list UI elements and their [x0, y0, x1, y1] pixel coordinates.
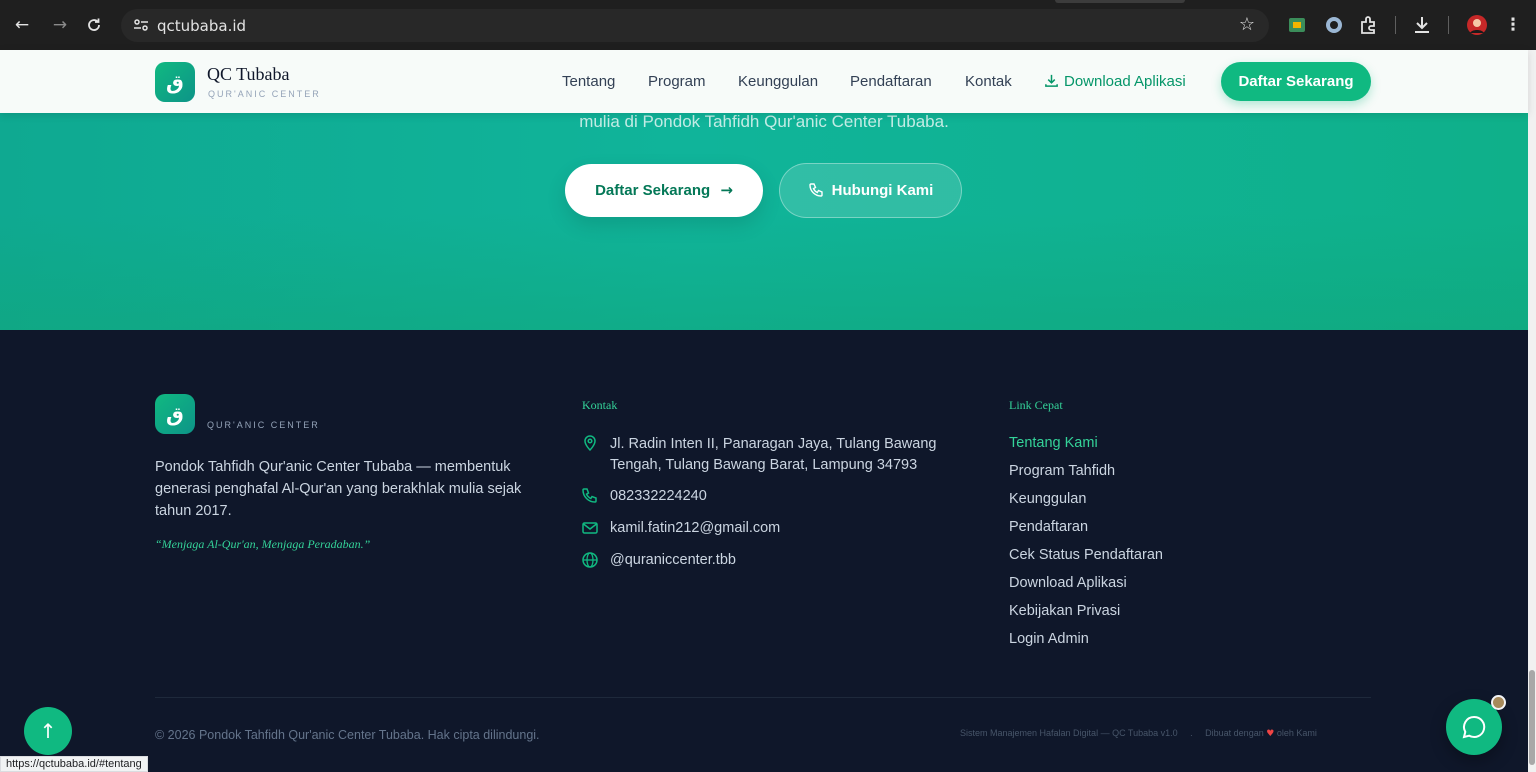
phone-icon [582, 488, 597, 503]
system-info: Sistem Manajemen Hafalan Digital — QC Tu… [960, 728, 1178, 738]
toolbar-divider [1395, 16, 1396, 34]
quick-link-tentang-kami[interactable]: Tentang Kami [1009, 435, 1098, 451]
contact-email[interactable]: kamil.fatin212@gmail.com [610, 518, 780, 539]
footer-description: Pondok Tahfidh Qur'anic Center Tubaba — … [155, 459, 522, 519]
mail-icon [582, 522, 598, 534]
globe-icon [582, 552, 598, 568]
extension-icon[interactable] [1323, 14, 1345, 36]
quick-link-pendaftaran[interactable]: Pendaftaran [1009, 519, 1088, 535]
quick-link-login-admin[interactable]: Login Admin [1009, 631, 1089, 647]
register-button[interactable]: Daftar Sekarang → [565, 164, 763, 217]
nav-keunggulan[interactable]: Keunggulan [738, 73, 818, 90]
brand-name[interactable]: QC Tubaba [207, 64, 290, 85]
footer-divider [155, 697, 1371, 698]
site-footer: ق QUR'ANIC CENTER Pondok Tahfidh Qur'ani… [0, 330, 1528, 772]
contact-us-label: Hubungi Kami [831, 182, 934, 199]
made-with-prefix: Dibuat dengan [1205, 728, 1264, 738]
contact-phone[interactable]: 082332224240 [610, 486, 707, 507]
profile-icon[interactable] [1466, 14, 1488, 36]
toolbar-divider [1448, 16, 1449, 34]
quick-link-cek-status[interactable]: Cek Status Pendaftaran [1009, 547, 1163, 563]
status-bar-url: https://qctubaba.id/#tentang [0, 756, 148, 772]
site-header: ق QC Tubaba QUR'ANIC CENTER Tentang Prog… [0, 50, 1528, 113]
download-icon[interactable] [1411, 14, 1433, 36]
quick-link-privacy[interactable]: Kebijakan Privasi [1009, 603, 1120, 619]
separator-dot: . [1190, 728, 1193, 738]
star-icon[interactable]: ☆ [1239, 14, 1255, 35]
quick-link-download[interactable]: Download Aplikasi [1009, 575, 1127, 591]
heart-icon: ♥ [1266, 729, 1275, 739]
nav-pendaftaran[interactable]: Pendaftaran [850, 73, 932, 90]
phone-icon [808, 183, 823, 197]
made-with-suffix: oleh Kami [1276, 728, 1317, 738]
active-tab-edge [1055, 0, 1185, 3]
cta-text: mulia di Pondok Tahfidh Qur'anic Center … [579, 113, 949, 131]
cta-section: mulia di Pondok Tahfidh Qur'anic Center … [0, 113, 1528, 330]
arrow-left-icon[interactable]: ← [10, 13, 34, 37]
arrow-right-icon[interactable]: → [48, 13, 72, 37]
site-settings-icon[interactable] [133, 17, 149, 33]
address-bar[interactable]: qctubaba.id ☆ [121, 9, 1269, 42]
contact-social[interactable]: @quraniccenter.tbb [610, 550, 736, 571]
contact-title: Kontak [582, 398, 618, 412]
contact-us-button[interactable]: Hubungi Kami [779, 163, 962, 218]
copyright: © 2026 Pondok Tahfidh Qur'anic Center Tu… [155, 728, 540, 742]
download-icon [1045, 74, 1058, 87]
browser-toolbar: ← → qctubaba.id ☆ ⋮ [0, 0, 1536, 50]
chat-icon [1462, 715, 1486, 739]
reload-icon[interactable] [82, 13, 106, 37]
footer-logo-icon[interactable]: ق [155, 394, 195, 434]
header-register-button[interactable]: Daftar Sekarang [1221, 62, 1371, 101]
nav-download-label: Download Aplikasi [1064, 73, 1186, 90]
quick-link-program[interactable]: Program Tahfidh [1009, 463, 1115, 479]
nav-program[interactable]: Program [648, 73, 706, 90]
arrow-right-icon: → [720, 181, 733, 199]
chat-notification-dot [1491, 695, 1506, 710]
footer-credits: Sistem Manajemen Hafalan Digital — QC Tu… [960, 728, 1317, 739]
map-pin-icon [584, 435, 596, 452]
quick-link-keunggulan[interactable]: Keunggulan [1009, 491, 1086, 507]
logo-icon[interactable]: ق [155, 62, 195, 102]
register-button-label: Daftar Sekarang [595, 182, 711, 199]
brand-tagline: QUR'ANIC CENTER [208, 89, 321, 99]
nav-download-app[interactable]: Download Aplikasi [1044, 73, 1186, 90]
scrollbar-track[interactable] [1528, 50, 1536, 772]
extension-icon[interactable] [1357, 14, 1379, 36]
url-text: qctubaba.id [157, 17, 247, 35]
footer-quote: “Menjaga Al-Qur'an, Menjaga Peradaban.” [155, 537, 371, 551]
extension-icon[interactable] [1286, 14, 1308, 36]
scrollbar-thumb[interactable] [1529, 670, 1535, 765]
quick-links-title: Link Cepat [1009, 398, 1063, 412]
contact-address: Jl. Radin Inten II, Panaragan Jaya, Tula… [610, 436, 937, 473]
hero-gradient [0, 213, 1528, 330]
back-to-top-button[interactable]: ↑ [24, 707, 72, 755]
nav-tentang[interactable]: Tentang [562, 73, 615, 90]
menu-icon[interactable]: ⋮ [1501, 13, 1525, 37]
footer-brand-tagline: QUR'ANIC CENTER [207, 420, 320, 430]
nav-kontak[interactable]: Kontak [965, 73, 1012, 90]
arrow-up-icon: ↑ [39, 719, 57, 743]
